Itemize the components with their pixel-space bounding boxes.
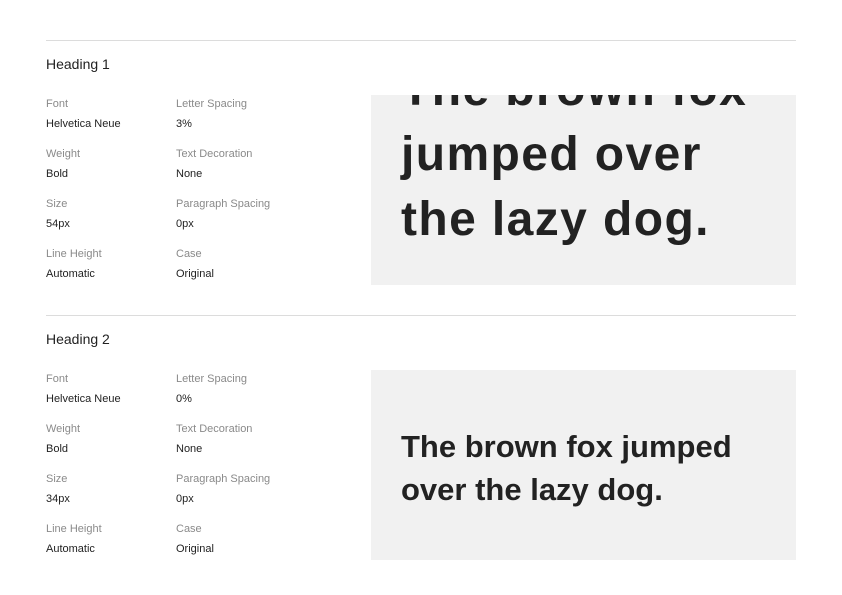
- section-divider: [46, 40, 796, 41]
- prop-label: Case: [176, 523, 202, 535]
- prop-label: Text Decoration: [176, 148, 253, 160]
- prop-letter-spacing: Letter Spacing 3%: [176, 97, 346, 131]
- section-title: Heading 1: [46, 56, 110, 72]
- prop-paragraph-spacing: Paragraph Spacing 0px: [176, 472, 346, 506]
- type-preview-panel: The brown fox jumped over the lazy dog.: [371, 95, 796, 285]
- prop-case: Case Original: [176, 247, 346, 281]
- prop-label: Case: [176, 248, 202, 260]
- prop-label: Letter Spacing: [176, 98, 247, 110]
- prop-text-decoration: Text Decoration None: [176, 147, 346, 181]
- style-section-heading-2: Heading 2 Font Helvetica Neue Letter Spa…: [46, 315, 796, 565]
- prop-value: None: [176, 443, 203, 455]
- section-divider: [46, 315, 796, 316]
- prop-label: Text Decoration: [176, 423, 253, 435]
- prop-value: 0%: [176, 393, 192, 405]
- prop-value: 3%: [176, 118, 192, 130]
- prop-label: Paragraph Spacing: [176, 473, 271, 485]
- prop-value: Original: [176, 268, 214, 280]
- preview-text: The brown fox jumped over the lazy dog.: [401, 429, 732, 507]
- preview-text: The brown fox jumped over the lazy dog.: [401, 95, 746, 246]
- prop-value: 0px: [176, 493, 194, 505]
- prop-text-decoration: Text Decoration None: [176, 422, 346, 456]
- type-preview-panel: The brown fox jumped over the lazy dog.: [371, 370, 796, 560]
- prop-case: Case Original: [176, 522, 346, 556]
- prop-label: Letter Spacing: [176, 373, 247, 385]
- style-section-heading-1: Heading 1 Font Helvetica Neue Letter Spa…: [46, 40, 796, 290]
- section-title: Heading 2: [46, 331, 110, 347]
- prop-paragraph-spacing: Paragraph Spacing 0px: [176, 197, 346, 231]
- prop-letter-spacing: Letter Spacing 0%: [176, 372, 346, 406]
- prop-value: None: [176, 168, 203, 180]
- prop-label: Paragraph Spacing: [176, 198, 271, 210]
- prop-value: Original: [176, 543, 214, 555]
- prop-value: 0px: [176, 218, 194, 230]
